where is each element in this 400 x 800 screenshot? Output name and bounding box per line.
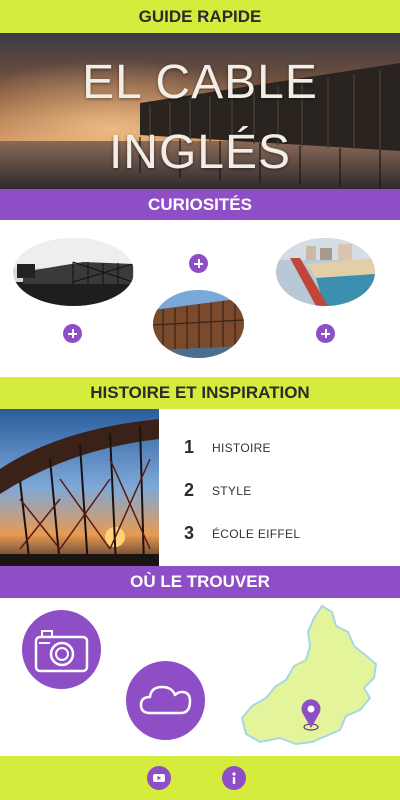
info-button[interactable]: [222, 766, 246, 790]
footer-bar: [0, 756, 400, 800]
guide-header: GUIDE RAPIDE: [0, 0, 400, 33]
item-number: 1: [184, 437, 195, 457]
map-pin-icon[interactable]: [301, 699, 321, 731]
province-map[interactable]: [236, 602, 386, 752]
histoire-item-3[interactable]: 3 ÉCOLE EIFFEL: [184, 523, 300, 544]
histoire-section: 1 HISTOIRE 2 STYLE 3 ÉCOLE EIFFEL: [0, 409, 400, 567]
camera-button[interactable]: [22, 610, 101, 689]
hero-title-line2: INGLÉS: [108, 126, 292, 179]
curiosites-section: [0, 220, 400, 377]
histoire-item-1[interactable]: 1 HISTOIRE: [184, 437, 271, 458]
youtube-icon: [153, 774, 165, 782]
photo-pier-structure[interactable]: [153, 290, 244, 358]
item-label: STYLE: [212, 483, 252, 498]
hero-title-line1: EL CABLE: [82, 56, 318, 109]
histoire-item-2[interactable]: 2 STYLE: [184, 480, 252, 501]
trouver-header: OÙ LE TROUVER: [0, 566, 400, 598]
item-number: 3: [184, 523, 195, 543]
curiosites-title: CURIOSITÉS: [148, 194, 252, 214]
plus-icon[interactable]: [316, 324, 335, 343]
trouver-section: [0, 598, 400, 756]
cloud-icon: [139, 685, 192, 715]
photo-pier-sunset: [0, 409, 159, 567]
camera-icon: [34, 630, 89, 673]
item-label: ÉCOLE EIFFEL: [212, 526, 301, 541]
hero-banner: EL CABLE INGLÉS: [0, 33, 400, 189]
info-icon: [232, 772, 236, 784]
weather-button[interactable]: [126, 661, 205, 740]
curiosites-header: CURIOSITÉS: [0, 189, 400, 220]
histoire-title: HISTOIRE ET INSPIRATION: [90, 383, 310, 402]
histoire-header: HISTOIRE ET INSPIRATION: [0, 377, 400, 409]
plus-icon[interactable]: [63, 324, 82, 343]
guide-title: GUIDE RAPIDE: [138, 6, 262, 26]
trouver-title: OÙ LE TROUVER: [130, 572, 270, 591]
guide-page: GUIDE RAPIDE EL CABLE INGLÉS CURIOSITÉS …: [0, 0, 400, 800]
youtube-button[interactable]: [147, 766, 171, 790]
item-label: HISTOIRE: [212, 440, 271, 455]
plus-icon[interactable]: [189, 254, 208, 273]
photo-coastline-aerial[interactable]: [276, 238, 375, 306]
item-number: 2: [184, 480, 195, 500]
photo-black-white-pier[interactable]: [13, 238, 134, 306]
